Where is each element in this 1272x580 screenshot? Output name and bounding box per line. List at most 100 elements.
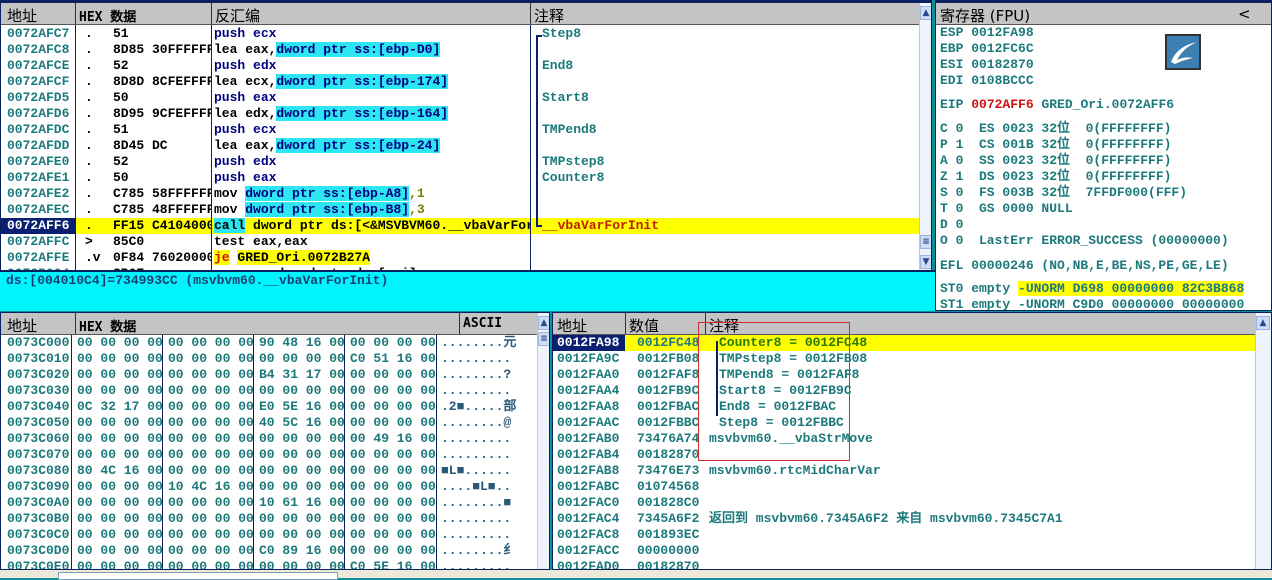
dump-row[interactable]: 0073C080 80 4C 16 00 00 00 00 00 00 00 00 0… [1,463,537,479]
dump-row[interactable]: 0073C030 00 00 00 00 00 00 00 00 00 00 00 0… [1,383,537,399]
scroll-up-icon[interactable]: ▲ [538,316,549,330]
flag-line[interactable]: T 0 GS 0000 NULL [940,201,1271,217]
dump-row[interactable]: 0073C020 00 00 00 00 00 00 00 00 B4 31 17 0… [1,367,537,383]
hex-group: 00 00 00 00 [77,447,163,462]
disasm-row[interactable]: 0072AFC7. 51 push ecx Step8 [1,26,919,42]
disasm-row[interactable]: 0072AFFE .v 0F84 76020000 je GRED_Ori.0072B… [1,250,919,266]
flag-line[interactable]: O 0 LastErr ERROR_SUCCESS (00000000) [940,233,1271,249]
stack-row[interactable]: 0012FABC 01074568 [553,479,1255,495]
dump-row[interactable]: 0073C0C0 00 00 00 00 00 00 00 00 00 00 00 0… [1,527,537,543]
address-cell: 0012FACC [557,543,620,558]
scroll-thumb[interactable]: ≡ [538,332,549,346]
disasm-row[interactable]: 0072AFDC. 51 push ecx TMPend8 [1,122,919,138]
hex-group: C0 89 16 00 [259,543,345,558]
stack-scrollbar[interactable]: ▲ [1255,313,1271,569]
dump-row[interactable]: 0073C070 00 00 00 00 00 00 00 00 00 00 00 0… [1,447,537,463]
hex-group: 40 5C 16 00 [259,415,345,430]
stack-row[interactable]: 0012FAA4 0012FB9C Start8 = 0012FB9C [553,383,1255,399]
disasm-row[interactable]: 0072AFD6. 8D95 9CFEFFFF lea edx,dword ptr … [1,106,919,122]
stack-row[interactable]: 0012FACC 00000000 [553,543,1255,559]
flag-line[interactable]: Z 1 DS 0023 32位 0(FFFFFFFF) [940,169,1271,185]
dump-row[interactable]: 0073C0D0 00 00 00 00 00 00 00 00 C0 89 16 0… [1,543,537,559]
stack-row[interactable]: 0012FAB4 00182870 [553,447,1255,463]
col-value[interactable]: 数值 [629,315,659,336]
dump-row[interactable]: 0073C010 00 00 00 00 00 00 00 00 00 00 00 0… [1,351,537,367]
flag-line[interactable]: P 1 CS 001B 32位 0(FFFFFFFF) [940,137,1271,153]
stack-row[interactable]: 0012FAA0 0012FAF8 TMPend8 = 0012FAF8 [553,367,1255,383]
collapse-button[interactable]: < [1238,5,1251,23]
flag-line[interactable]: D 0 [940,217,1271,233]
reg-efl[interactable]: EFL 00000246 (NO,NB,E,BE,NS,PE,GE,LE) [940,258,1271,274]
disasm-row[interactable]: 0072AFC8. 8D85 30FFFFFF lea eax,dword ptr … [1,42,919,58]
disasm-row[interactable]: 0072AFCE. 52 push edx End8 [1,58,919,74]
operands: ecx [245,26,277,41]
instruction-cell: lea eax,dword ptr ss:[ebp-D0] [214,42,530,58]
scroll-down-icon[interactable]: ▼ [920,255,931,269]
col-disasm[interactable]: 反汇编 [215,5,260,26]
reg-esp[interactable]: ESP 0012FA98 [940,25,1271,41]
stack-row[interactable]: 0012FAD0 00182870 [553,559,1255,569]
dump-row[interactable]: 0073C060 00 00 00 00 00 00 00 00 00 00 00 0… [1,431,537,447]
highlighted-operand: dword ptr ss:[ebp-24] [276,138,441,153]
registers-window: 寄存器 (FPU) < ESP 0012FA98 EBP 0012FC6C ES… [935,0,1272,311]
col-address[interactable]: 地址 [557,315,587,336]
disasm-row[interactable]: 0072AFFC >85C0 test eax,eax [1,234,919,250]
stack-row[interactable]: 0012FAAC 0012FBBC Step8 = 0012FBBC [553,415,1255,431]
dump-row[interactable]: 0073C0E0 00 00 00 00 00 00 00 00 00 00 00 0… [1,559,537,570]
reg-st0[interactable]: ST0 empty -UNORM D698 00000000 82C3B868 [940,281,1271,297]
hex-group: 00 00 00 00 [168,559,254,570]
stack-row[interactable]: 0012FAC8 001893EC [553,527,1255,543]
dump-row[interactable]: 0073C000 00 00 00 00 00 00 00 00 90 48 16 0… [1,335,537,351]
dump-row[interactable]: 0073C040 0C 32 17 00 00 00 00 00 E0 5E 16 0… [1,399,537,415]
reg-ebp[interactable]: EBP 0012FC6C [940,41,1271,57]
dump-scrollbar[interactable]: ▲ ≡ [537,313,549,569]
dump-row[interactable]: 0073C090 00 00 00 00 10 4C 16 00 00 00 00 0… [1,479,537,495]
hex-group: 00 00 00 00 [259,559,345,570]
dump-row[interactable]: 0073C0A0 00 00 00 00 00 00 00 00 10 61 16 0… [1,495,537,511]
disasm-row[interactable]: 0072AFE1. 50 push eax Counter8 [1,170,919,186]
ascii-cell: ........■ [441,495,512,510]
ascii-cell: ........? [441,367,512,382]
reg-eip[interactable]: EIP 0072AFF6 GRED_Ori.0072AFF6 [940,97,1271,113]
stack-row[interactable]: 0012FAB0 73476A74 msvbvm60.__vbaStrMove [553,431,1255,447]
reg-st1[interactable]: ST1 empty -UNORM C9D0 00000000 00000000 [940,297,1271,310]
flag-line[interactable]: C 0 ES 0023 32位 0(FFFFFFFF) [940,121,1271,137]
operands: ecx [245,122,277,137]
col-hex[interactable]: HEX 数据 [79,6,136,25]
scroll-thumb[interactable]: ≡ [920,235,931,249]
hex-cell: 85C0 [113,234,145,249]
stack-row[interactable]: 0012FAC4 7345A6F2 返回到 msvbvm60.7345A6F2 来自… [553,511,1255,527]
disasm-row[interactable]: 0072AFE2. C785 58FFFFFF mov dword ptr ss:[… [1,186,919,202]
scroll-up-icon[interactable]: ▲ [1256,316,1270,330]
dump-row[interactable]: 0073C050 00 00 00 00 00 00 00 00 40 5C 16 0… [1,415,537,431]
disasm-row[interactable]: 0072AFCF. 8D8D 8CFEFFFF lea ecx,dword ptr … [1,74,919,90]
hex-cell: C785 58FFFFFF [113,186,211,201]
disasm-row[interactable]: 0072AFDD. 8D45 DC lea eax,dword ptr ss:[eb… [1,138,919,154]
col-address[interactable]: 地址 [7,315,37,336]
reg-esi[interactable]: ESI 00182870 [940,57,1271,73]
stack-header: 地址 数值 注释 [553,313,1271,335]
disasm-row[interactable]: 0072AFEC. C785 48FFFFFF mov dword ptr ss:[… [1,202,919,218]
col-ascii[interactable]: ASCII [463,316,502,331]
reg-edi[interactable]: EDI 0108BCCC [940,73,1271,89]
stack-row[interactable]: 0012FAA8 0012FBAC End8 = 0012FBAC [553,399,1255,415]
stack-row[interactable]: 0012FAB8 73476E73 msvbvm60.rtcMidCharVar [553,463,1255,479]
instruction-cell: mov dword ptr ss:[ebp-A8],1 [214,186,530,202]
col-address[interactable]: 地址 [7,5,37,26]
stack-row[interactable]: 0012FA9C 0012FB08 TMPstep8 = 0012FB08 [553,351,1255,367]
col-hex[interactable]: HEX 数据 [79,316,136,335]
stack-row[interactable]: 0012FAC0 001828C0 [553,495,1255,511]
dump-row[interactable]: 0073C0B0 00 00 00 00 00 00 00 00 00 00 00 0… [1,511,537,527]
disasm-row[interactable]: 0072AFF6. FF15 C4104000 call dword ptr ds:… [1,218,919,234]
stack-row[interactable]: 0012FA98 0012FC48 Counter8 = 0012FC48 [553,335,1255,351]
flag-line[interactable]: S 0 FS 003B 32位 7FFDF000(FFF) [940,185,1271,201]
operands: eax [245,90,277,105]
col-comment[interactable]: 注释 [534,5,564,26]
address-cell: 0073C080 [7,463,70,478]
disasm-scrollbar[interactable]: ▲ ≡ ▼ [919,3,931,271]
flag-line[interactable]: A 0 SS 0023 32位 0(FFFFFFFF) [940,153,1271,169]
disasm-row[interactable]: 0072AFE0. 52 push edx TMPstep8 [1,154,919,170]
scroll-up-icon[interactable]: ▲ [920,6,931,20]
disasm-row[interactable]: 0072AFD5. 50 push eax Start8 [1,90,919,106]
command-input[interactable] [58,572,338,580]
